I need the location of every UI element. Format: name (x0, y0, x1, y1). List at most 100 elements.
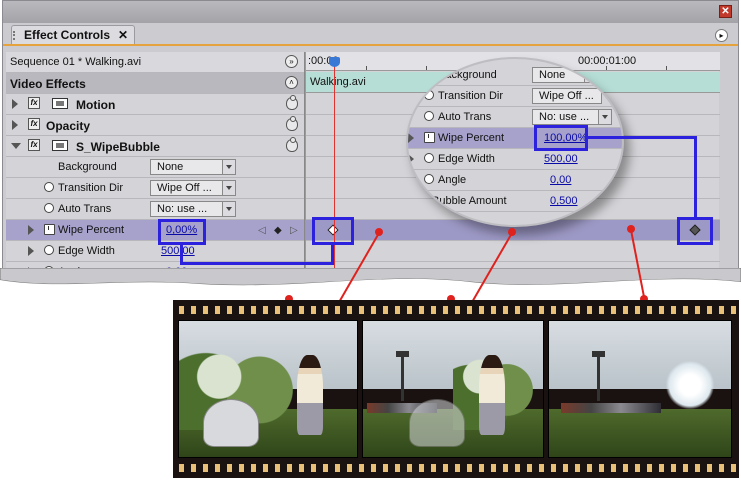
film-frame-start (178, 320, 358, 458)
frame-ground (549, 409, 731, 457)
highlight-box-start-keyframe (312, 217, 354, 245)
effect-row-wipebubble[interactable]: fx S_WipeBubble (6, 136, 304, 157)
film-icon (52, 140, 68, 151)
connector-line (694, 136, 697, 218)
tab-close-icon[interactable]: ✕ (118, 26, 128, 44)
collapse-triangle-icon[interactable] (11, 143, 21, 149)
expand-triangle-icon[interactable] (408, 154, 414, 164)
tab-label: Effect Controls (24, 28, 111, 42)
stopwatch-icon[interactable] (424, 111, 434, 121)
auto-trans-select[interactable]: No: use ... (150, 201, 236, 217)
zoom-row-transition-dir: Transition Dir Wipe Off ... (408, 86, 622, 107)
select-value: Wipe Off ... (539, 90, 594, 102)
zoom-row-auto-trans: Auto Trans No: use ... (408, 107, 622, 128)
close-icon[interactable]: ✕ (719, 5, 732, 18)
scroll-end-icon[interactable]: » (285, 55, 298, 68)
stopwatch-icon[interactable] (44, 182, 54, 192)
chevron-down-icon[interactable] (222, 181, 235, 195)
param-label: Wipe Percent (438, 132, 505, 144)
stopwatch-icon[interactable] (424, 90, 434, 100)
edge-width-value[interactable]: 500,00 (544, 153, 578, 165)
effect-row-opacity[interactable]: fx Opacity (6, 115, 304, 136)
chevron-down-icon[interactable] (584, 68, 597, 82)
zoom-row-edge-width: Edge Width 500,00 (408, 149, 622, 170)
leader-dot (508, 228, 516, 236)
effect-row-motion[interactable]: fx Motion (6, 94, 304, 115)
playhead-icon[interactable] (329, 57, 340, 67)
stopwatch-icon[interactable] (424, 132, 435, 143)
background-select[interactable]: None (150, 159, 236, 175)
fx-icon[interactable]: fx (28, 118, 40, 130)
frame-woman (297, 355, 323, 435)
chevron-down-icon[interactable] (222, 160, 235, 174)
fx-icon[interactable]: fx (28, 97, 40, 109)
expand-triangle-icon[interactable] (408, 133, 414, 143)
select-value: None (157, 161, 184, 173)
expand-triangle-icon[interactable] (28, 246, 34, 256)
param-label: Bubble Amount (432, 195, 507, 207)
param-row-edge-width: Edge Width 500,00 (6, 241, 304, 262)
reset-icon[interactable] (286, 137, 298, 152)
param-label: Edge Width (438, 153, 495, 165)
video-effects-header: Video Effects ˄ (6, 73, 304, 94)
playhead-line[interactable] (334, 58, 335, 280)
frame-lamppost (592, 351, 605, 401)
param-label: Transition Dir (58, 182, 123, 194)
expand-triangle-icon[interactable] (408, 175, 414, 185)
param-label: Auto Trans (438, 111, 492, 123)
stopwatch-icon[interactable] (44, 203, 54, 213)
video-effects-label: Video Effects (10, 77, 86, 91)
frame-stroller (203, 399, 259, 447)
expand-triangle-icon[interactable] (12, 120, 18, 130)
panel-menu-icon[interactable]: ▸ (715, 29, 728, 42)
film-strip (173, 300, 739, 478)
expand-triangle-icon[interactable] (28, 225, 34, 235)
sequence-label: Sequence 01 * Walking.avi (10, 56, 142, 68)
tab-effect-controls[interactable]: Effect Controls ✕ (11, 25, 135, 44)
reset-icon[interactable] (286, 95, 298, 110)
stopwatch-icon[interactable] (424, 174, 434, 184)
select-value: Wipe Off ... (157, 182, 212, 194)
add-keyframe-icon[interactable]: ◆ (274, 225, 282, 236)
connector-line (331, 245, 334, 265)
transition-dir-select[interactable]: Wipe Off ... (532, 88, 602, 104)
bubble-amount-value[interactable]: 0,500 (550, 195, 578, 207)
connector-line (180, 262, 334, 265)
stopwatch-icon[interactable] (44, 245, 54, 255)
collapse-up-icon[interactable]: ˄ (285, 76, 298, 89)
stopwatch-icon[interactable] (424, 153, 434, 163)
stopwatch-icon[interactable] (44, 224, 55, 235)
zoom-row-background: Background None (408, 65, 622, 86)
select-value: None (539, 69, 566, 81)
prev-keyframe-icon[interactable]: ◁ (258, 225, 266, 236)
highlight-box-start-value (158, 219, 206, 245)
next-keyframe-icon[interactable]: ▷ (290, 225, 298, 236)
background-select[interactable]: None (532, 67, 598, 83)
window-titlebar: ✕ (3, 1, 738, 23)
transition-dir-select[interactable]: Wipe Off ... (150, 180, 236, 196)
chevron-down-icon[interactable] (598, 110, 611, 124)
leader-dot (375, 228, 383, 236)
angle-value[interactable]: 0,00 (550, 174, 571, 186)
chevron-down-icon[interactable] (222, 202, 235, 216)
param-row-wipe-percent[interactable]: Wipe Percent 0,00% ◁ ◆ ▷ (6, 220, 304, 241)
effect-name-wipebubble: S_WipeBubble (76, 140, 160, 154)
ruler-tick (366, 66, 367, 70)
edge-width-value[interactable]: 500,00 (161, 245, 195, 257)
expand-triangle-icon[interactable] (12, 99, 18, 109)
grip-icon[interactable] (13, 31, 18, 40)
film-frame-end (548, 320, 732, 458)
auto-trans-select[interactable]: No: use ... (532, 109, 612, 125)
select-value: No: use ... (539, 111, 590, 123)
effect-name-opacity: Opacity (46, 119, 91, 133)
reset-icon[interactable] (286, 116, 298, 131)
param-row-auto-trans: Auto Trans No: use ... (6, 199, 304, 220)
frame-fountain (665, 361, 715, 409)
torn-edge (0, 268, 741, 298)
param-label: Edge Width (58, 245, 115, 257)
ruler-tick (666, 66, 667, 70)
param-label: Wipe Percent (58, 224, 125, 236)
param-label: Background (58, 161, 117, 173)
fx-icon[interactable]: fx (28, 139, 40, 151)
leader-dot (627, 225, 635, 233)
